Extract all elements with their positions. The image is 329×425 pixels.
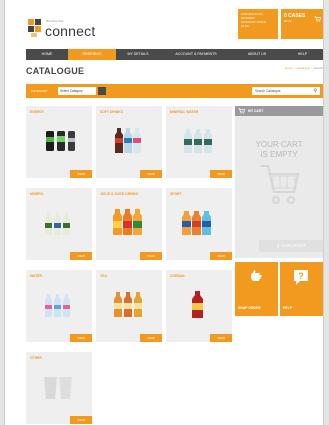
view-button[interactable]: VIEW bbox=[70, 334, 92, 342]
category-name: CORDIAL bbox=[170, 274, 186, 278]
main-nav: HOME ORDERING MY DETAILS ACCOUNT & PAYME… bbox=[26, 49, 323, 60]
cordial-bottle-image bbox=[192, 291, 203, 318]
search-icon[interactable]: ⚲ bbox=[313, 88, 317, 94]
category-tile-cordial[interactable]: CORDIAL VIEW bbox=[166, 270, 232, 342]
empty-cart-icon bbox=[261, 165, 300, 204]
category-tile-other[interactable]: OTHER VIEW bbox=[26, 352, 92, 424]
category-name: SOFT DRINKS bbox=[100, 110, 123, 114]
category-tile-juice[interactable]: JUICE & JUICE DRINKS VIEW bbox=[96, 188, 162, 260]
nav-ordering[interactable]: ORDERING bbox=[68, 49, 116, 60]
breadcrumb-home[interactable]: Home bbox=[285, 66, 293, 70]
cart-icon bbox=[314, 16, 321, 22]
hand-snap-icon bbox=[251, 270, 262, 281]
category-label: CATEGORY bbox=[31, 89, 48, 93]
checkout-label: CHECKOUT bbox=[281, 243, 306, 248]
energy-cans-image bbox=[46, 131, 75, 151]
category-tile-tea[interactable]: TEA VIEW bbox=[96, 270, 162, 342]
breadcrumb: Home > Catalogue > Search bbox=[285, 66, 323, 70]
category-go-button[interactable] bbox=[98, 87, 106, 95]
nav-about-us[interactable]: ABOUT US bbox=[232, 49, 282, 60]
view-button[interactable]: VIEW bbox=[210, 170, 232, 178]
help-button[interactable]: ? HELP bbox=[280, 262, 323, 316]
search-placeholder: Search Catalogue bbox=[255, 89, 281, 93]
category-name: TEA bbox=[100, 274, 107, 278]
filter-bar: CATEGORY Select Category Search Catalogu… bbox=[26, 84, 323, 98]
category-tile-mineral-water[interactable]: MINERAL WATER VIEW bbox=[166, 106, 232, 178]
sport-drink-bottles-image bbox=[182, 211, 211, 235]
juice-bottles-image bbox=[113, 209, 142, 235]
snap-order-label: SNAP ORDER bbox=[238, 306, 261, 310]
account-summary[interactable]: LOGGED IN AS MONGRD ACCOUNT STATE £8.00 bbox=[238, 9, 278, 39]
cart-icon bbox=[238, 108, 245, 114]
category-name: OTHER bbox=[30, 356, 42, 360]
category-select[interactable]: Select Category bbox=[58, 87, 96, 95]
category-name: WATER bbox=[30, 274, 42, 278]
cart-empty-message: YOUR CART bbox=[255, 140, 303, 149]
category-tile-sport[interactable]: SPORT VIEW bbox=[166, 188, 232, 260]
category-tile-water[interactable]: WATER VIEW bbox=[26, 270, 92, 342]
my-cart-panel: MY CART YOUR CART IS EMPTY ❯ CHECKOUT bbox=[235, 106, 323, 258]
view-button[interactable]: VIEW bbox=[70, 170, 92, 178]
category-name: SPORT bbox=[170, 192, 182, 196]
header-cart-button[interactable]: 0 CASES £0.00 bbox=[281, 9, 323, 39]
view-button[interactable]: VIEW bbox=[140, 334, 162, 342]
help-bubble-icon: ? bbox=[294, 270, 308, 285]
breadcrumb-current: Search bbox=[313, 66, 323, 70]
view-button[interactable]: VIEW bbox=[140, 252, 162, 260]
view-button[interactable]: VIEW bbox=[140, 170, 162, 178]
mineral-water-bottles-image bbox=[184, 129, 212, 153]
view-button[interactable]: VIEW bbox=[70, 252, 92, 260]
category-tile-soft-drinks[interactable]: SOFT DRINKS VIEW bbox=[96, 106, 162, 178]
brand-logo[interactable]: Woolworths connect bbox=[26, 14, 96, 42]
cart-empty-message: IS EMPTY bbox=[260, 150, 298, 159]
tea-bottles-image bbox=[114, 292, 142, 317]
checkout-button[interactable]: ❯ CHECKOUT bbox=[259, 240, 323, 252]
cart-title: MY CART bbox=[248, 109, 264, 113]
category-name: MIXERS bbox=[30, 192, 43, 196]
view-button[interactable]: VIEW bbox=[210, 334, 232, 342]
breadcrumb-catalogue[interactable]: Catalogue bbox=[296, 66, 310, 70]
water-bottles-image bbox=[45, 294, 70, 317]
left-window-edge bbox=[0, 0, 5, 425]
page-title: CATALOGUE bbox=[26, 66, 85, 76]
nav-home[interactable]: HOME bbox=[26, 49, 68, 60]
catalogue-page: Woolworths connect LOGGED IN AS MONGRD A… bbox=[26, 0, 323, 425]
snap-order-button[interactable]: SNAP ORDER bbox=[235, 262, 278, 316]
right-window-edge bbox=[323, 0, 329, 425]
search-input[interactable]: Search Catalogue ⚲ bbox=[252, 87, 320, 95]
cart-header: MY CART bbox=[235, 106, 323, 116]
cups-image bbox=[44, 377, 72, 399]
category-name: JUICE & JUICE DRINKS bbox=[100, 192, 139, 196]
category-tile-energy[interactable]: ENERGY VIEW bbox=[26, 106, 92, 178]
logo-mark-icon bbox=[28, 19, 42, 37]
help-label: HELP bbox=[283, 306, 293, 310]
nav-account-payments[interactable]: ACCOUNT & PAYMENTS bbox=[160, 49, 232, 60]
view-button[interactable]: VIEW bbox=[210, 252, 232, 260]
mixer-bottles-image bbox=[45, 212, 70, 235]
nav-my-details[interactable]: MY DETAILS bbox=[116, 49, 160, 60]
nav-help[interactable]: HELP bbox=[282, 49, 323, 60]
category-name: ENERGY bbox=[30, 110, 45, 114]
svg-text:?: ? bbox=[298, 271, 304, 281]
category-tile-mixers[interactable]: MIXERS VIEW bbox=[26, 188, 92, 260]
account-line: £8.00 bbox=[241, 24, 249, 28]
view-button[interactable]: VIEW bbox=[70, 416, 92, 424]
soft-drink-bottles-image bbox=[115, 128, 141, 153]
logo-text: connect bbox=[45, 23, 96, 39]
category-name: MINERAL WATER bbox=[170, 110, 199, 114]
chevron-right-icon: ❯ bbox=[276, 243, 280, 248]
